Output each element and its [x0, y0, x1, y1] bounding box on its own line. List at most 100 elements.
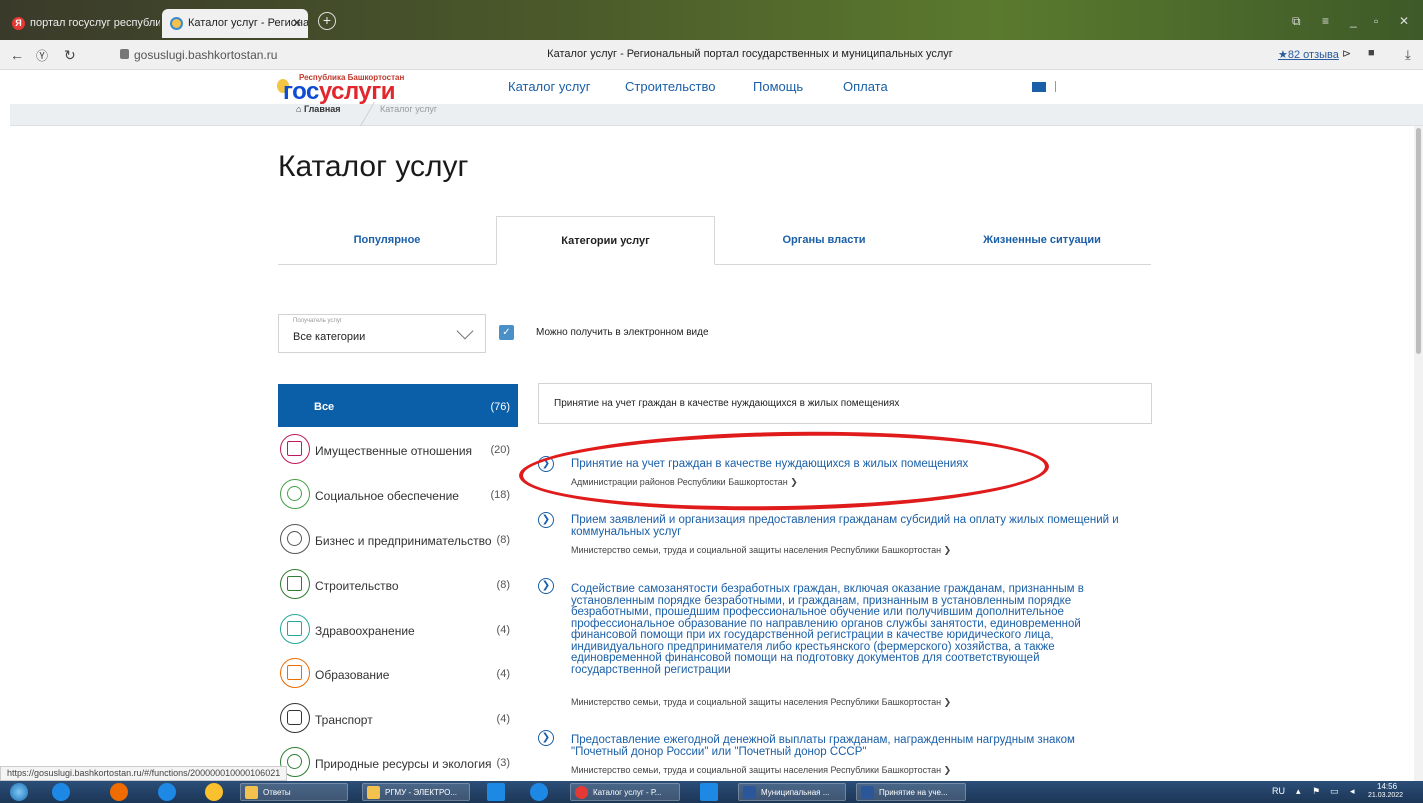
category-label: Образование	[315, 668, 390, 682]
tray-expand-icon[interactable]: ▴	[1296, 786, 1301, 797]
app-icon[interactable]	[52, 783, 70, 801]
category-label: Социальное обеспечение	[315, 489, 459, 503]
tab-authorities[interactable]: Органы власти	[715, 216, 933, 265]
category-count: (76)	[490, 401, 510, 413]
service-item[interactable]: ❯ Прием заявлений и организация предоста…	[538, 512, 1138, 556]
start-icon[interactable]	[10, 783, 28, 801]
volume-icon[interactable]: ◂	[1350, 786, 1355, 797]
tab-label: портал госуслуг республи	[30, 17, 160, 29]
menu-icon[interactable]: ≡	[1322, 14, 1329, 28]
yandex-icon: Я	[12, 17, 25, 30]
electronic-checkbox[interactable]: ✓	[499, 325, 514, 340]
browser-tab-2[interactable]: Каталог услуг - Региона ✕	[162, 9, 308, 38]
category-nature[interactable]: Природные ресурсы и экология (3)	[278, 745, 518, 783]
divider	[1055, 81, 1056, 92]
minimize-icon[interactable]: _	[1350, 14, 1357, 28]
clock-date[interactable]: 21.03.2022	[1368, 792, 1403, 799]
tab-categories[interactable]: Категории услуг	[496, 216, 715, 265]
nav-construction[interactable]: Строительство	[625, 79, 715, 94]
breadcrumb-current: Каталог услуг	[380, 104, 438, 114]
nav-help[interactable]: Помощь	[753, 79, 803, 94]
service-title[interactable]: Предоставление ежегодной денежной выплат…	[571, 734, 1131, 758]
nav-payment[interactable]: Оплата	[843, 79, 888, 94]
breadcrumb-home[interactable]: ⌂ Главная	[296, 104, 341, 114]
search-input-value: Принятие на учет граждан в качестве нужд…	[554, 398, 900, 409]
category-label: Строительство	[315, 579, 399, 593]
category-count: (4)	[496, 668, 510, 680]
app-icon[interactable]	[530, 783, 548, 801]
select-value: Все категории	[293, 331, 366, 343]
category-label: Здравоохранение	[315, 624, 415, 638]
share-icon[interactable]: ⊳	[1342, 47, 1351, 60]
tabs-icon[interactable]: ⧉	[1292, 14, 1301, 29]
category-business[interactable]: Бизнес и предпринимательство (8)	[278, 522, 518, 560]
service-org[interactable]: Министерство семьи, труда и социальной з…	[571, 697, 951, 708]
service-org[interactable]: Министерство семьи, труда и социальной з…	[571, 765, 951, 776]
search-input[interactable]: Принятие на учет граждан в качестве нужд…	[538, 383, 1152, 424]
scrollbar-thumb[interactable]	[1416, 128, 1421, 354]
category-label: Транспорт	[315, 713, 373, 727]
site-logo[interactable]: Республика Башкортостан госуслуги	[277, 73, 427, 105]
service-item[interactable]: ❯ Предоставление ежегодной денежной выпл…	[538, 730, 1138, 776]
house-icon	[280, 434, 310, 464]
category-all[interactable]: Все (76)	[278, 384, 518, 427]
taskbar-item[interactable]: Принятие на уче...	[856, 783, 966, 801]
flag-icon[interactable]: ⚑	[1312, 786, 1320, 797]
chevron-right-icon: ❯	[538, 730, 554, 746]
language-indicator[interactable]: RU	[1272, 786, 1285, 796]
page-heading: Каталог услуг	[278, 150, 469, 183]
medical-cross-icon	[280, 614, 310, 644]
category-property[interactable]: Имущественные отношения (20)	[278, 432, 518, 470]
recipient-select[interactable]: Получатель услуг Все категории	[278, 314, 486, 353]
close-window-icon[interactable]: ✕	[1399, 14, 1409, 28]
person-icon	[280, 524, 310, 554]
category-count: (4)	[496, 624, 510, 636]
taskbar-item[interactable]: РГМУ - ЭЛЕКТРО...	[362, 783, 470, 801]
clock-time[interactable]: 14:56	[1377, 782, 1397, 791]
category-label: Все	[314, 401, 335, 413]
service-org[interactable]: Министерство семьи, труда и социальной з…	[571, 545, 951, 556]
app-icon[interactable]	[205, 783, 223, 801]
chevron-right-icon: ❯	[538, 512, 554, 528]
browser-tab-1[interactable]: Я портал госуслуг республи	[4, 9, 160, 38]
ie-icon[interactable]	[158, 783, 176, 801]
nav-catalog[interactable]: Каталог услуг	[508, 79, 591, 94]
tab-life-situations[interactable]: Жизненные ситуации	[933, 216, 1151, 265]
category-construction[interactable]: Строительство (8)	[278, 567, 518, 605]
bookmark-icon[interactable]: ■	[1368, 47, 1375, 59]
category-label: Имущественные отношения	[315, 444, 473, 458]
category-social[interactable]: Социальное обеспечение (18)	[278, 477, 518, 515]
address-bar: ← Ⓨ ↻ gosuslugi.bashkortostan.ru Каталог…	[0, 40, 1423, 70]
taskbar-item[interactable]: Каталог услуг - Р...	[570, 783, 680, 801]
firefox-icon[interactable]	[110, 783, 128, 801]
site-header: Республика Башкортостан госуслуги Катало…	[0, 70, 1423, 104]
new-tab-button[interactable]: +	[318, 12, 336, 30]
category-transport[interactable]: Транспорт (4)	[278, 701, 518, 739]
network-icon[interactable]: ▭	[1330, 786, 1339, 797]
chat-icon	[280, 479, 310, 509]
category-count: (8)	[496, 579, 510, 591]
logo-text: госуслуги	[283, 78, 396, 105]
category-health[interactable]: Здравоохранение (4)	[278, 612, 518, 650]
mail-icon[interactable]	[1032, 82, 1046, 92]
app-icon[interactable]	[487, 783, 505, 801]
category-count: (4)	[496, 713, 510, 725]
close-tab-icon[interactable]: ✕	[292, 16, 302, 30]
tab-label: Каталог услуг - Региона	[188, 17, 308, 29]
service-title[interactable]: Прием заявлений и организация предоставл…	[571, 514, 1131, 538]
category-label: Природные ресурсы и экология	[315, 757, 492, 771]
reviews-link[interactable]: ★82 отзыва	[1278, 48, 1339, 61]
category-count: (20)	[490, 444, 510, 456]
taskbar-item[interactable]: Ответы	[240, 783, 348, 801]
browser-tab-strip: Я портал госуслуг республи Каталог услуг…	[0, 0, 1423, 40]
service-item[interactable]: ❯ Содействие самозанятости безработных г…	[538, 578, 1138, 708]
page-title-bar: Каталог услуг - Региональный портал госу…	[547, 48, 953, 60]
category-education[interactable]: Образование (4)	[278, 656, 518, 694]
service-title[interactable]: Содействие самозанятости безработных гра…	[571, 583, 1131, 676]
app-icon[interactable]	[700, 783, 718, 801]
download-icon[interactable]: ⤓	[1405, 47, 1411, 63]
taskbar-item[interactable]: Муниципальная ...	[738, 783, 846, 801]
restore-icon[interactable]: ▫	[1374, 14, 1378, 28]
tab-popular[interactable]: Популярное	[278, 216, 496, 265]
book-icon	[280, 658, 310, 688]
